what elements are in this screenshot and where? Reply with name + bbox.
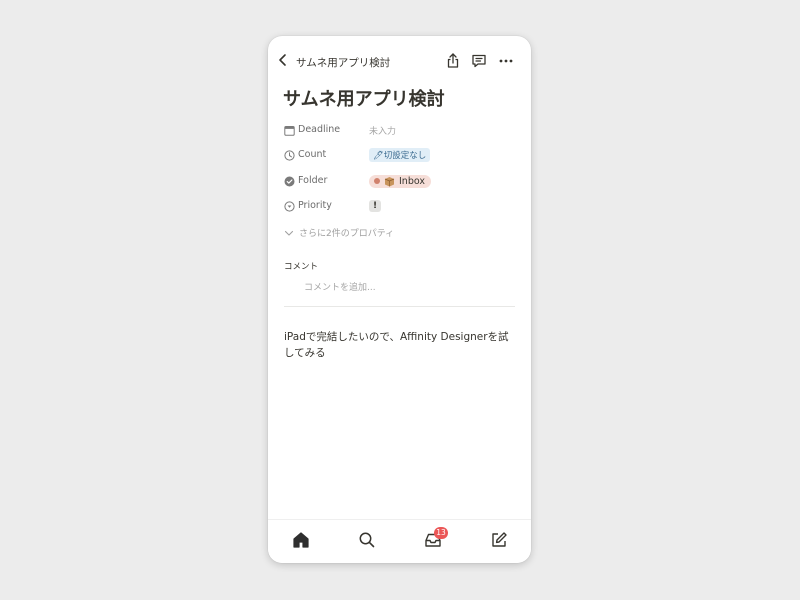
property-label: Priority bbox=[298, 200, 332, 211]
compose-icon[interactable] bbox=[489, 530, 509, 550]
chevron-down-icon bbox=[284, 230, 294, 236]
property-priority[interactable]: Priority ! bbox=[284, 198, 514, 216]
bottom-nav: 13 bbox=[268, 519, 531, 563]
property-label: Folder bbox=[298, 175, 328, 186]
calendar-icon bbox=[284, 126, 295, 136]
property-deadline[interactable]: Deadline 未入力 bbox=[284, 122, 514, 140]
more-icon[interactable] bbox=[497, 52, 515, 70]
page-body-text[interactable]: iPadで完結したいので、Affinity Designerを試してみる bbox=[284, 329, 514, 361]
folder-value-wrap: Inbox bbox=[369, 173, 431, 189]
priority-chip[interactable]: ! bbox=[369, 200, 382, 212]
deadline-value[interactable]: 未入力 bbox=[369, 122, 396, 138]
dropdown-circle-icon bbox=[284, 201, 295, 212]
check-circle-icon bbox=[284, 176, 295, 187]
search-icon[interactable] bbox=[357, 530, 377, 550]
inbox-badge: 13 bbox=[434, 527, 448, 539]
property-count[interactable]: Count 🖊切設定なし bbox=[284, 147, 514, 165]
back-arrow-icon[interactable] bbox=[276, 53, 290, 67]
property-label: Deadline bbox=[298, 124, 341, 135]
comments-heading: コメント bbox=[284, 262, 319, 272]
folder-name: Inbox bbox=[399, 175, 425, 187]
top-bar: サムネ用アプリ検討 bbox=[268, 36, 531, 78]
header-title: サムネ用アプリ検討 bbox=[296, 57, 391, 69]
priority-value-wrap: ! bbox=[369, 198, 382, 214]
comment-input[interactable] bbox=[304, 280, 504, 296]
mobile-app-window: サムネ用アプリ検討 サムネ用アプリ検討 Deadline 未入力 Count 🖊… bbox=[268, 36, 531, 563]
folder-color-dot bbox=[374, 178, 380, 184]
page-title: サムネ用アプリ検討 bbox=[283, 89, 445, 110]
home-icon[interactable] bbox=[291, 530, 311, 550]
more-properties-label: さらに2件のプロパティ bbox=[299, 229, 395, 239]
comment-icon[interactable] bbox=[470, 52, 488, 70]
clock-icon bbox=[284, 150, 295, 161]
property-label: Count bbox=[298, 149, 327, 160]
property-folder[interactable]: Folder Inbox bbox=[284, 173, 514, 191]
count-chip[interactable]: 🖊切設定なし bbox=[369, 148, 431, 162]
folder-chip[interactable]: Inbox bbox=[369, 174, 431, 188]
share-icon[interactable] bbox=[444, 52, 462, 70]
package-icon bbox=[384, 176, 395, 186]
count-value-wrap: 🖊切設定なし bbox=[369, 147, 431, 163]
divider bbox=[284, 306, 515, 307]
